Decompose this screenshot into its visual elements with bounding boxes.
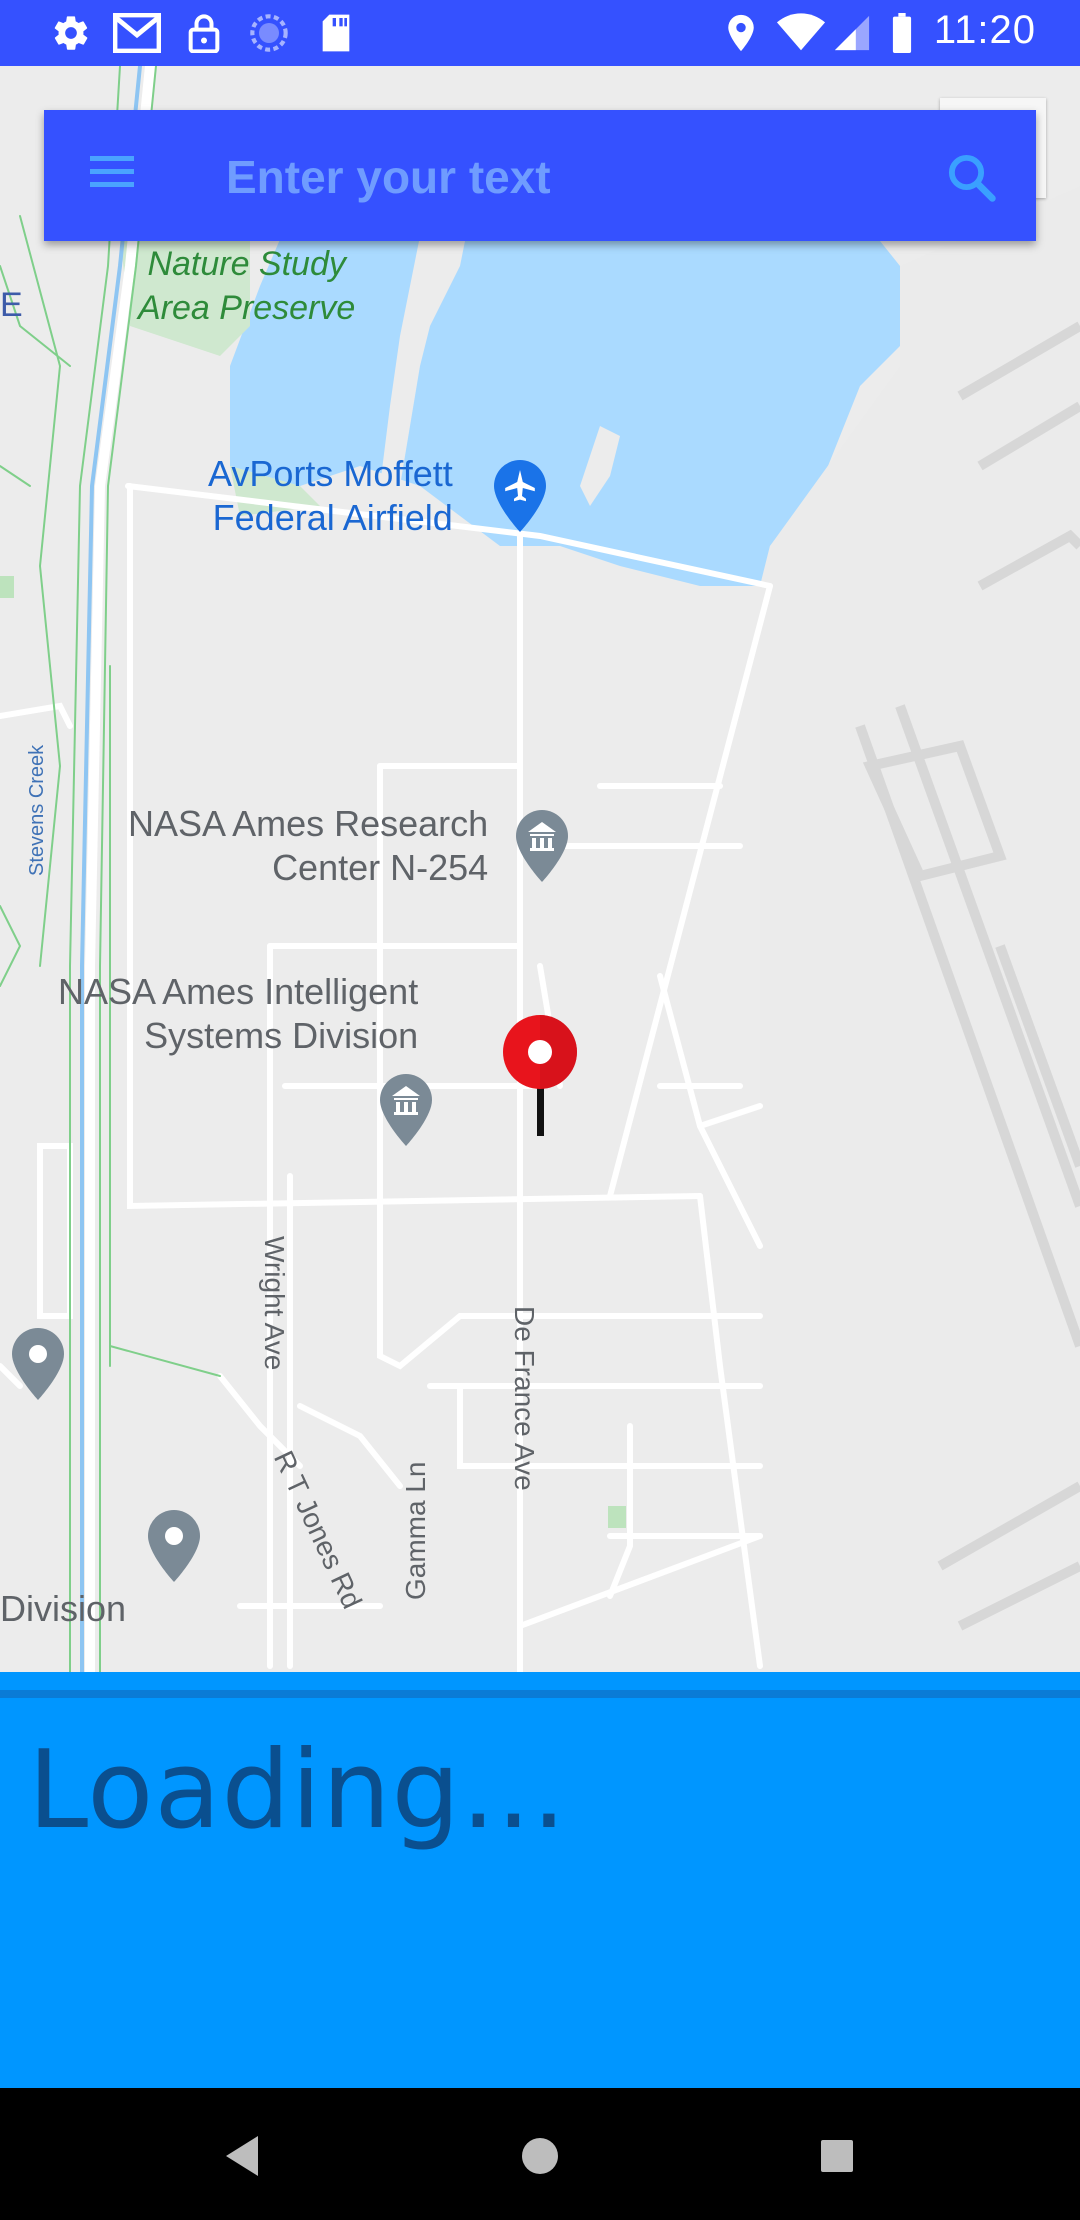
- map-view[interactable]: Nature Study Area Preserve E AvPorts Mof…: [0, 66, 1080, 1672]
- street-label-wright-ave: Wright Ave: [259, 1236, 290, 1371]
- status-bar: 11:20: [0, 0, 1080, 66]
- sync-icon: [248, 12, 290, 54]
- wifi-icon: [776, 12, 826, 54]
- label-nature-preserve: Nature Study Area Preserve: [138, 245, 356, 327]
- home-icon[interactable]: [510, 2126, 570, 2186]
- loading-panel: Loading...: [0, 1672, 1080, 2088]
- location-icon: [724, 12, 758, 54]
- search-icon[interactable]: [944, 150, 998, 204]
- selected-location-pin-icon[interactable]: [502, 1014, 578, 1138]
- label-edge-letter: E: [0, 286, 23, 324]
- museum-marker-icon[interactable]: [378, 1072, 434, 1148]
- navigation-bar: [0, 2088, 1080, 2220]
- signal-icon: [832, 12, 872, 54]
- place-marker-icon[interactable]: [146, 1508, 202, 1584]
- gmail-icon: [112, 12, 162, 54]
- lock-icon: [184, 12, 224, 54]
- recents-icon[interactable]: [807, 2126, 867, 2186]
- label-division: Division: [0, 1588, 127, 1629]
- loading-text: Loading...: [28, 1728, 568, 1853]
- street-label-stevens-creek: Stevens Creek: [26, 744, 48, 876]
- gear-icon: [50, 12, 92, 54]
- airport-marker-icon[interactable]: [492, 458, 548, 534]
- museum-marker-icon[interactable]: [514, 808, 570, 884]
- label-nasa-intelligent: NASA Ames Intelligent Systems Division: [58, 971, 419, 1056]
- search-bar: [44, 110, 1036, 241]
- battery-icon: [890, 12, 914, 54]
- panel-divider: [0, 1690, 1080, 1698]
- status-time: 11:20: [933, 8, 1036, 52]
- place-marker-icon[interactable]: [10, 1326, 66, 1402]
- street-label-gamma-ln: Gamma Ln: [400, 1461, 431, 1601]
- back-icon[interactable]: [212, 2126, 272, 2186]
- hamburger-menu-icon[interactable]: [88, 154, 138, 198]
- sd-card-icon: [318, 12, 354, 54]
- label-nasa-research: NASA Ames Research Center N-254: [128, 803, 489, 888]
- street-label-de-france-ave: De France Ave: [509, 1306, 540, 1491]
- search-input[interactable]: [224, 140, 948, 214]
- label-airfield: AvPorts Moffett Federal Airfield: [208, 453, 453, 538]
